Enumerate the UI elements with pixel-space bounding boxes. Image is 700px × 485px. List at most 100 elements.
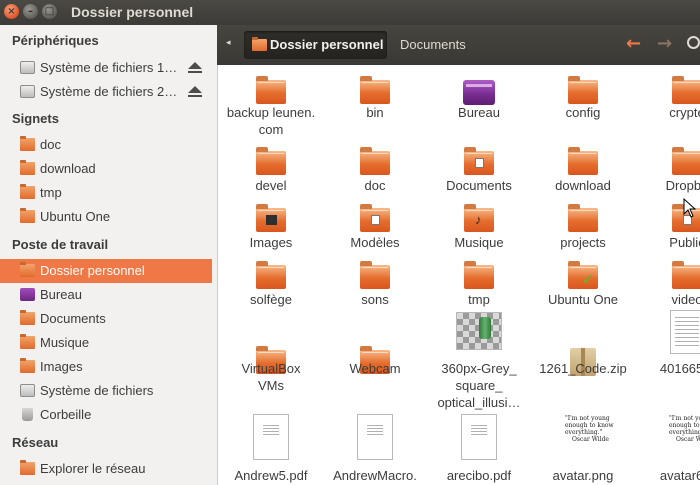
sidebar-item-label: download xyxy=(40,161,96,176)
file-name-label: AndrewMacro. xyxy=(333,468,417,483)
sidebar-item-label: Dossier personnel xyxy=(40,263,145,278)
sidebar-item-filesystem[interactable]: Système de fichiers xyxy=(0,379,212,403)
breadcrumb-scroll-left-button[interactable]: ◂ xyxy=(226,38,231,48)
file-item[interactable]: Modèles xyxy=(320,200,430,262)
sidebar-item-filesystem-1[interactable]: Système de fichiers 1… xyxy=(0,56,212,80)
sidebar-item-label: doc xyxy=(40,137,61,152)
sidebar-item-documents[interactable]: Documents xyxy=(0,307,212,331)
file-name-label: Webcam xyxy=(349,361,401,376)
sidebar-item-doc[interactable]: doc xyxy=(0,133,212,157)
file-item[interactable]: config xyxy=(528,70,638,132)
folder-pictures-icon xyxy=(256,204,286,232)
sidebar-item-tmp[interactable]: tmp xyxy=(0,181,212,205)
file-name-label: crypte xyxy=(669,105,700,120)
text-line xyxy=(675,317,699,318)
file-item[interactable]: doc xyxy=(320,143,430,205)
file-item[interactable]: arecibo.pdf xyxy=(424,414,534,483)
sidebar-item-ubuntu-one[interactable]: Ubuntu One xyxy=(0,205,212,229)
file-name-label: 360px-Grey_ square_ optical_illusi… xyxy=(437,361,521,410)
breadcrumb-home-button[interactable]: Dossier personnel xyxy=(244,31,387,59)
text-line xyxy=(675,325,699,326)
file-item[interactable]: Webcam xyxy=(320,320,430,415)
sidebar-item-download[interactable]: download xyxy=(0,157,212,181)
text-line xyxy=(675,337,699,338)
file-icon-view[interactable]: backup leunen. com bin Bureau config crypte d… xyxy=(218,65,700,485)
drive-icon xyxy=(20,384,35,397)
file-name-label: arecibo.pdf xyxy=(446,468,512,483)
file-item[interactable]: Images xyxy=(218,200,326,262)
file-item[interactable]: backup leunen. com xyxy=(218,70,326,137)
sidebar-item-musique[interactable]: Musique xyxy=(0,331,212,355)
quote-text: "I'm not young enough to know everything… xyxy=(669,415,700,436)
eject-icon[interactable] xyxy=(188,62,202,74)
text-line xyxy=(367,425,383,426)
file-name-label: Ubuntu One xyxy=(547,292,619,307)
file-item[interactable]: Dropbo xyxy=(632,143,700,205)
file-name-label: Bureau xyxy=(458,105,500,120)
sidebar-item-bureau[interactable]: Bureau xyxy=(0,283,212,307)
folder-icon xyxy=(20,136,35,151)
file-item[interactable]: tmp xyxy=(424,257,534,319)
sidebar-item-home[interactable]: Dossier personnel xyxy=(0,259,212,283)
file-item[interactable]: 360px-Grey_ square_ optical_illusi… xyxy=(424,312,534,415)
file-item[interactable]: projects xyxy=(528,200,638,262)
folder-documents-icon xyxy=(464,147,494,175)
sidebar-item-filesystem-2[interactable]: Système de fichiers 2… xyxy=(0,80,212,104)
back-button[interactable]: ← xyxy=(626,33,641,54)
breadcrumb-documents-button[interactable]: Documents xyxy=(400,37,466,52)
documents-folder-icon xyxy=(20,310,35,325)
pdf-thumbnail-icon xyxy=(461,414,497,460)
file-item[interactable]: 4016651. xyxy=(632,310,700,415)
file-name-label: projects xyxy=(560,235,606,250)
file-item[interactable]: 1261_Code.zip xyxy=(528,320,638,415)
mouse-pointer-icon xyxy=(683,198,697,218)
minimize-window-button[interactable]: – xyxy=(23,4,38,19)
folder-icon xyxy=(20,184,35,199)
places-sidebar: Périphériques Système de fichiers 1… Sys… xyxy=(0,25,218,485)
close-window-button[interactable]: × xyxy=(4,4,19,19)
file-item[interactable]: Documents xyxy=(424,143,534,205)
file-item[interactable]: "I'm not young enough to know everything… xyxy=(528,415,638,483)
folder-icon xyxy=(20,160,35,175)
sidebar-item-trash[interactable]: Corbeille xyxy=(0,403,212,427)
text-line xyxy=(263,431,279,432)
file-item[interactable]: Andrew5.pdf xyxy=(218,414,326,483)
file-item[interactable]: crypte xyxy=(632,70,700,132)
forward-button[interactable]: → xyxy=(657,33,672,54)
text-line xyxy=(675,329,699,330)
folder-emblem-icon xyxy=(266,215,277,225)
file-item[interactable]: bin xyxy=(320,70,430,132)
file-item[interactable]: download xyxy=(528,143,638,205)
file-item[interactable]: Bureau xyxy=(424,70,534,132)
eject-icon[interactable] xyxy=(188,86,202,98)
file-name-label: doc xyxy=(364,178,386,193)
file-item[interactable]: solfège xyxy=(218,257,326,319)
file-item[interactable]: AndrewMacro. xyxy=(320,414,430,483)
drive-icon xyxy=(20,61,35,74)
window-title: Dossier personnel xyxy=(71,4,194,20)
text-line xyxy=(263,434,279,435)
section-heading-devices: Périphériques xyxy=(12,33,99,48)
section-heading-network: Réseau xyxy=(12,435,59,450)
file-name-label: config xyxy=(565,105,601,120)
search-icon[interactable] xyxy=(687,36,700,49)
text-line xyxy=(471,425,487,426)
file-item[interactable]: devel xyxy=(218,143,326,205)
sidebar-item-network[interactable]: Explorer le réseau xyxy=(0,457,212,481)
file-item[interactable]: VirtualBox VMs xyxy=(218,320,326,415)
file-name-label: video xyxy=(671,292,700,307)
sidebar-item-label: Ubuntu One xyxy=(40,209,111,224)
image-thumbnail-icon xyxy=(456,312,502,350)
text-line xyxy=(367,428,383,429)
file-item[interactable]: ♪ Musique xyxy=(424,200,534,262)
sidebar-item-images[interactable]: Images xyxy=(0,355,212,379)
file-name-label: devel xyxy=(255,178,287,193)
folder-icon xyxy=(360,76,390,104)
maximize-window-button[interactable]: □ xyxy=(42,4,57,19)
home-folder-icon xyxy=(20,262,35,277)
folder-icon xyxy=(568,76,598,104)
file-item[interactable]: ✓ Ubuntu One xyxy=(528,257,638,319)
file-item[interactable]: "I'm not young enough to know everything… xyxy=(632,415,700,483)
file-item[interactable]: sons xyxy=(320,257,430,319)
folder-icon xyxy=(256,147,286,175)
